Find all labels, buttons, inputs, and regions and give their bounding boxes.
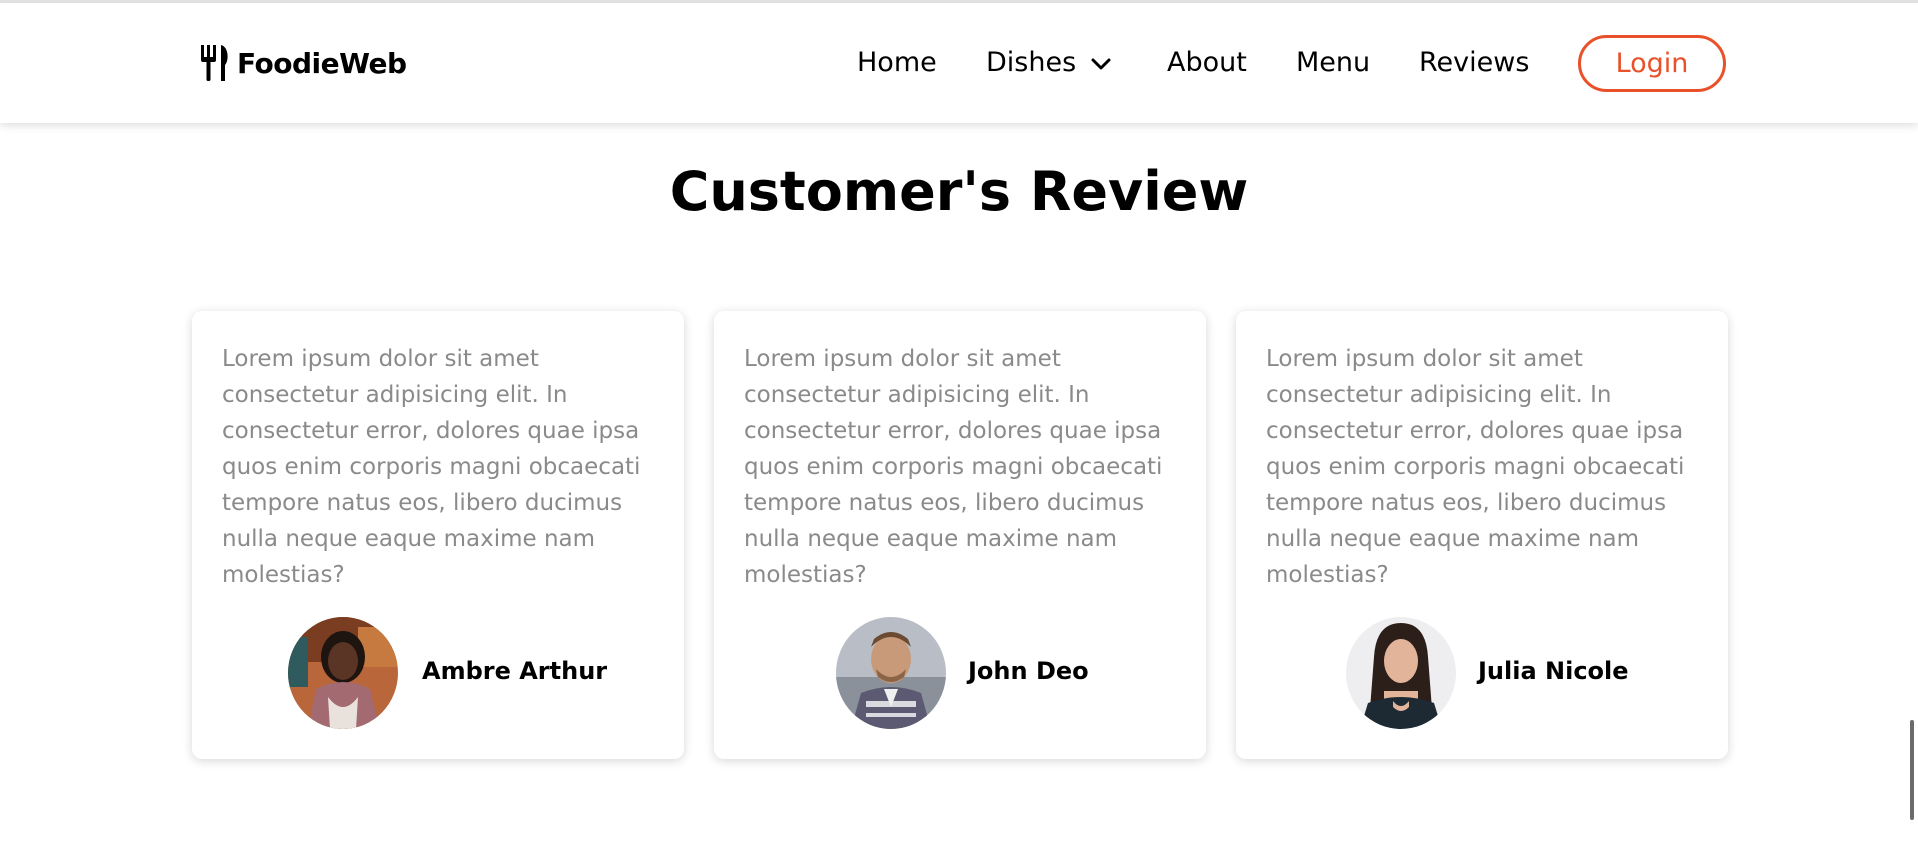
scrollbar-thumb[interactable] bbox=[1910, 720, 1914, 820]
fork-knife-icon bbox=[201, 45, 228, 81]
review-author: John Deo bbox=[714, 617, 1206, 729]
avatar bbox=[836, 617, 946, 729]
navbar: FoodieWeb Home Dishes About Menu Reviews… bbox=[0, 3, 1918, 123]
nav-dishes[interactable]: Dishes bbox=[986, 47, 1076, 78]
logo-text: FoodieWeb bbox=[237, 46, 407, 80]
avatar bbox=[288, 617, 398, 729]
chevron-down-icon[interactable] bbox=[1090, 57, 1112, 71]
author-name: Julia Nicole bbox=[1478, 657, 1629, 685]
logo[interactable]: FoodieWeb bbox=[199, 43, 407, 83]
author-name: John Deo bbox=[968, 657, 1089, 685]
section-title: Customer's Review bbox=[669, 160, 1249, 223]
nav-home[interactable]: Home bbox=[857, 47, 937, 78]
review-text: Lorem ipsum dolor sit amet consectetur a… bbox=[222, 346, 641, 588]
author-name: Ambre Arthur bbox=[422, 657, 608, 685]
nav-about[interactable]: About bbox=[1167, 47, 1247, 78]
review-card: Lorem ipsum dolor sit amet consectetur a… bbox=[1236, 311, 1728, 759]
review-text: Lorem ipsum dolor sit amet consectetur a… bbox=[1266, 346, 1685, 588]
login-button[interactable]: Login bbox=[1578, 35, 1726, 92]
nav-menu[interactable]: Menu bbox=[1296, 47, 1370, 78]
review-author: Julia Nicole bbox=[1236, 617, 1728, 729]
avatar bbox=[1346, 617, 1456, 729]
nav-reviews[interactable]: Reviews bbox=[1419, 47, 1529, 78]
review-text: Lorem ipsum dolor sit amet consectetur a… bbox=[744, 346, 1163, 588]
review-author: Ambre Arthur bbox=[192, 617, 684, 729]
review-card: Lorem ipsum dolor sit amet consectetur a… bbox=[714, 311, 1206, 759]
review-card: Lorem ipsum dolor sit amet consectetur a… bbox=[192, 311, 684, 759]
